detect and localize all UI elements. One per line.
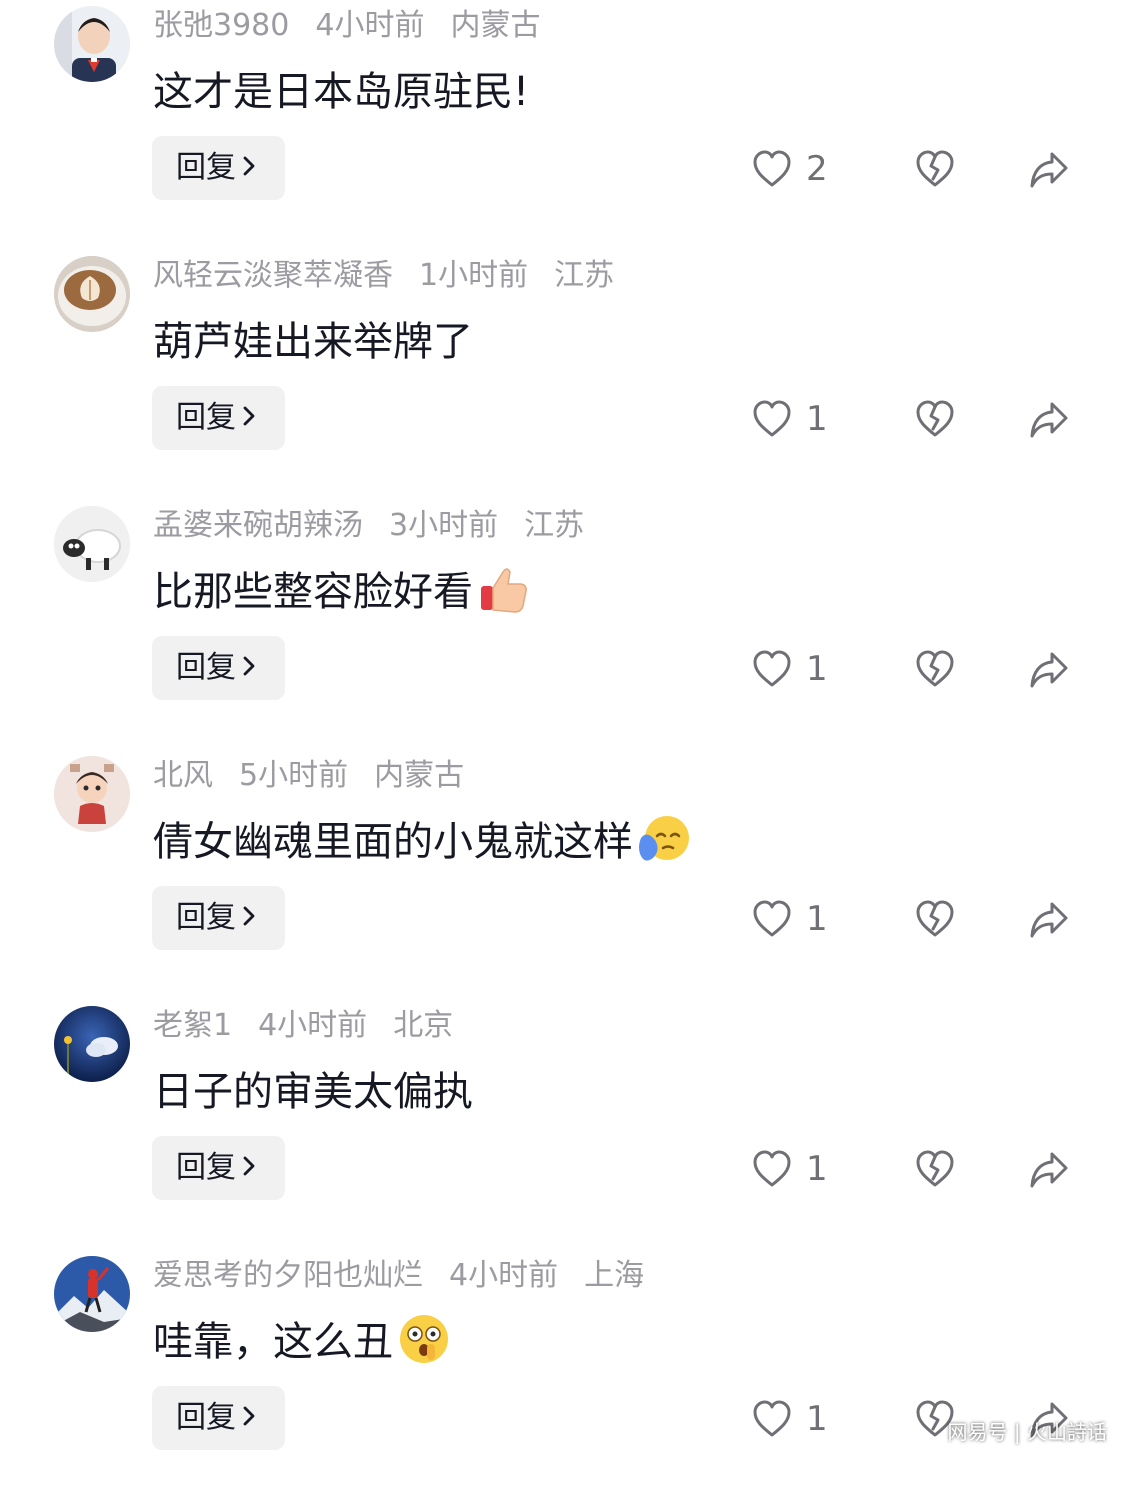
- comment-text-content: 比那些整容脸好看: [153, 569, 473, 615]
- username[interactable]: 老絮1: [153, 1008, 232, 1043]
- timestamp: 5小时前: [239, 758, 349, 793]
- comment-meta: 爱思考的夕阳也灿烂 4小时前 上海: [153, 1254, 670, 1298]
- comment-item: 北风 5小时前 内蒙古 倩女幽魂里面的小鬼就这样 回复 1: [0, 750, 1125, 1000]
- username[interactable]: 爱思考的夕阳也灿烂: [153, 1258, 423, 1293]
- reply-button[interactable]: 回复: [152, 386, 285, 450]
- chevron-right-icon: [243, 906, 255, 925]
- heart-icon: [753, 150, 791, 187]
- broken-heart-icon[interactable]: [914, 398, 956, 440]
- timestamp: 4小时前: [258, 1008, 368, 1043]
- share-arrow-icon[interactable]: [1028, 150, 1070, 190]
- comment-item: 老絮1 4小时前 北京 日子的审美太偏执 回复 1: [0, 1000, 1125, 1250]
- like-button[interactable]: 1: [752, 398, 828, 440]
- reply-label: 回复: [176, 150, 236, 185]
- username[interactable]: 孟婆来碗胡辣汤: [153, 508, 363, 543]
- mountain-climber-avatar[interactable]: [54, 1256, 130, 1332]
- reply-button[interactable]: 回复: [152, 886, 285, 950]
- comment-meta: 孟婆来碗胡辣汤 3小时前 江苏: [153, 504, 610, 548]
- share-arrow-icon[interactable]: [1028, 650, 1070, 690]
- like-count: 1: [806, 1399, 828, 1439]
- username[interactable]: 北风: [153, 758, 213, 793]
- heart-icon: [753, 1150, 791, 1187]
- timestamp: 4小时前: [449, 1258, 559, 1293]
- comment-item: 风轻云淡聚萃凝香 1小时前 江苏 葫芦娃出来举牌了 回复 1: [0, 250, 1125, 500]
- timestamp: 3小时前: [389, 508, 499, 543]
- heart-icon: [753, 400, 791, 437]
- share-arrow-icon[interactable]: [1028, 1150, 1070, 1190]
- thumbs-up-emoji: [481, 568, 527, 613]
- like-button[interactable]: 1: [752, 898, 828, 940]
- heart-icon: [753, 1400, 791, 1437]
- heart-icon: [753, 650, 791, 687]
- broken-heart-icon[interactable]: [914, 1148, 956, 1190]
- comment-text: 葫芦娃出来举牌了: [153, 312, 473, 372]
- comment-text-content: 这才是日本岛原驻民!: [153, 69, 530, 115]
- timestamp: 4小时前: [315, 8, 425, 43]
- comment-text: 哇靠，这么丑: [153, 1312, 451, 1372]
- chevron-right-icon: [243, 156, 255, 175]
- comment-item: 孟婆来碗胡辣汤 3小时前 江苏 比那些整容脸好看 回复 1: [0, 500, 1125, 750]
- broken-heart-icon[interactable]: [914, 898, 956, 940]
- chevron-right-icon: [243, 406, 255, 425]
- comment-text: 比那些整容脸好看: [153, 562, 531, 622]
- comment-text: 这才是日本岛原驻民!: [153, 62, 529, 122]
- timestamp: 1小时前: [419, 258, 529, 293]
- broken-heart-icon[interactable]: [914, 648, 956, 690]
- comment-text-content: 日子的审美太偏执: [153, 1069, 473, 1115]
- location: 北京: [393, 1008, 454, 1043]
- comment-meta: 老絮1 4小时前 北京: [153, 1004, 479, 1048]
- reply-label: 回复: [176, 650, 236, 685]
- like-count: 2: [806, 149, 828, 189]
- boy-portrait-avatar[interactable]: [54, 6, 130, 82]
- location: 内蒙古: [450, 8, 541, 43]
- location: 上海: [584, 1258, 645, 1293]
- comment-meta: 北风 5小时前 内蒙古: [153, 754, 490, 798]
- location: 江苏: [554, 258, 615, 293]
- sheep-avatar[interactable]: [54, 506, 130, 582]
- location: 内蒙古: [374, 758, 465, 793]
- comment-meta: 张弛3980 4小时前 内蒙古: [153, 4, 566, 48]
- like-count: 1: [806, 399, 828, 439]
- heart-icon: [753, 900, 791, 937]
- chevron-right-icon: [243, 656, 255, 675]
- broken-heart-icon[interactable]: [914, 148, 956, 190]
- reply-label: 回复: [176, 900, 236, 935]
- username[interactable]: 风轻云淡聚萃凝香: [153, 258, 393, 293]
- reply-label: 回复: [176, 1150, 236, 1185]
- chevron-right-icon: [243, 1156, 255, 1175]
- share-arrow-icon[interactable]: [1028, 900, 1070, 940]
- username[interactable]: 张弛3980: [153, 8, 289, 43]
- reply-button[interactable]: 回复: [152, 136, 285, 200]
- like-count: 1: [806, 1149, 828, 1189]
- reply-label: 回复: [176, 400, 236, 435]
- comment-text-content: 哇靠，这么丑: [153, 1319, 393, 1365]
- shocked-face-emoji: [400, 1315, 448, 1363]
- comment-text: 日子的审美太偏执: [153, 1062, 473, 1122]
- chevron-right-icon: [243, 1406, 255, 1425]
- comment-text-content: 葫芦娃出来举牌了: [153, 319, 473, 365]
- cartoon-child-avatar[interactable]: [54, 756, 130, 832]
- comment-text-content: 倩女幽魂里面的小鬼就这样: [153, 819, 633, 865]
- comment-text: 倩女幽魂里面的小鬼就这样: [153, 812, 691, 872]
- like-count: 1: [806, 899, 828, 939]
- comment-meta: 风轻云淡聚萃凝香 1小时前 江苏: [153, 254, 640, 298]
- reply-button[interactable]: 回复: [152, 1386, 285, 1450]
- reply-label: 回复: [176, 1400, 236, 1435]
- share-arrow-icon[interactable]: [1028, 400, 1070, 440]
- reply-button[interactable]: 回复: [152, 1136, 285, 1200]
- location: 江苏: [524, 508, 585, 543]
- like-button[interactable]: 1: [752, 1398, 828, 1440]
- like-button[interactable]: 1: [752, 648, 828, 690]
- crying-face-emoji: [639, 816, 689, 861]
- night-sky-avatar[interactable]: [54, 1006, 130, 1082]
- comment-item: 爱思考的夕阳也灿烂 4小时前 上海 哇靠，这么丑 回复 1: [0, 1250, 1125, 1500]
- watermark: 网易号 | 火山詩话: [947, 1420, 1107, 1444]
- latte-cup-avatar[interactable]: [54, 256, 130, 332]
- like-button[interactable]: 2: [752, 148, 828, 190]
- like-button[interactable]: 1: [752, 1148, 828, 1190]
- reply-button[interactable]: 回复: [152, 636, 285, 700]
- comment-item: 张弛3980 4小时前 内蒙古 这才是日本岛原驻民! 回复 2: [0, 0, 1125, 250]
- like-count: 1: [806, 649, 828, 689]
